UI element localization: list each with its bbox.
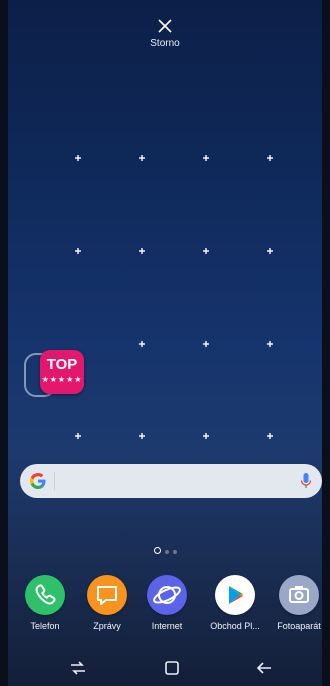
- grid-slot[interactable]: [203, 248, 209, 254]
- phone-icon: [25, 575, 65, 615]
- grid-slot[interactable]: [203, 433, 209, 439]
- grid-slot[interactable]: [75, 248, 81, 254]
- page-dot[interactable]: [165, 550, 169, 554]
- dock-label-camera: Fotoaparát: [277, 621, 321, 631]
- page-dot[interactable]: [173, 550, 177, 554]
- mic-icon[interactable]: [300, 472, 312, 490]
- google-search-bar[interactable]: [20, 464, 322, 498]
- cancel-label: Storno: [150, 38, 180, 49]
- back-icon[interactable]: [252, 656, 276, 680]
- grid-slot[interactable]: [267, 341, 273, 347]
- recents-icon[interactable]: [66, 656, 90, 680]
- grid-slot[interactable]: [139, 248, 145, 254]
- grid-slot[interactable]: [203, 341, 209, 347]
- grid-slot[interactable]: [139, 341, 145, 347]
- grid-slot[interactable]: [139, 433, 145, 439]
- navigation-bar: [0, 650, 330, 686]
- grid-slot[interactable]: [139, 155, 145, 161]
- dock-app-internet[interactable]: Internet: [136, 575, 198, 631]
- grid-slot[interactable]: [267, 248, 273, 254]
- home-page-dot[interactable]: [154, 547, 161, 554]
- cancel-button[interactable]: Storno: [0, 16, 330, 49]
- close-icon: [158, 19, 172, 33]
- dock-label-phone: Telefon: [30, 621, 60, 631]
- grid-slot[interactable]: [75, 155, 81, 161]
- top-app-stars: ★★★★★: [41, 375, 83, 384]
- home-icon[interactable]: [160, 656, 184, 680]
- page-indicator: [154, 541, 181, 559]
- dock-app-play-store[interactable]: Obchod Pl...: [204, 575, 266, 631]
- grid-slot[interactable]: [267, 433, 273, 439]
- top-app-badge: TOP ★★★★★: [40, 350, 84, 394]
- messages-icon: [87, 575, 127, 615]
- play-store-icon: [215, 575, 255, 615]
- search-divider: [54, 472, 55, 490]
- camera-icon: [279, 575, 319, 615]
- grid-slot[interactable]: [203, 155, 209, 161]
- dock-app-messages[interactable]: Zprávy: [76, 575, 138, 631]
- dock-label-internet: Internet: [151, 621, 183, 631]
- dock-app-phone[interactable]: Telefon: [14, 575, 76, 631]
- dock-app-camera[interactable]: Fotoaparát: [268, 575, 330, 631]
- dock: Telefon Zprávy Internet Obchod Pl... Fot…: [0, 575, 330, 639]
- grid-slot[interactable]: [75, 433, 81, 439]
- top-app-icon[interactable]: TOP ★★★★★: [24, 350, 84, 398]
- dock-label-messages: Zprávy: [93, 621, 121, 631]
- dock-label-play-store: Obchod Pl...: [210, 621, 260, 631]
- top-app-label: TOP: [46, 356, 78, 373]
- grid-slot[interactable]: [267, 155, 273, 161]
- google-g-icon: [30, 473, 46, 489]
- internet-icon: [147, 575, 187, 615]
